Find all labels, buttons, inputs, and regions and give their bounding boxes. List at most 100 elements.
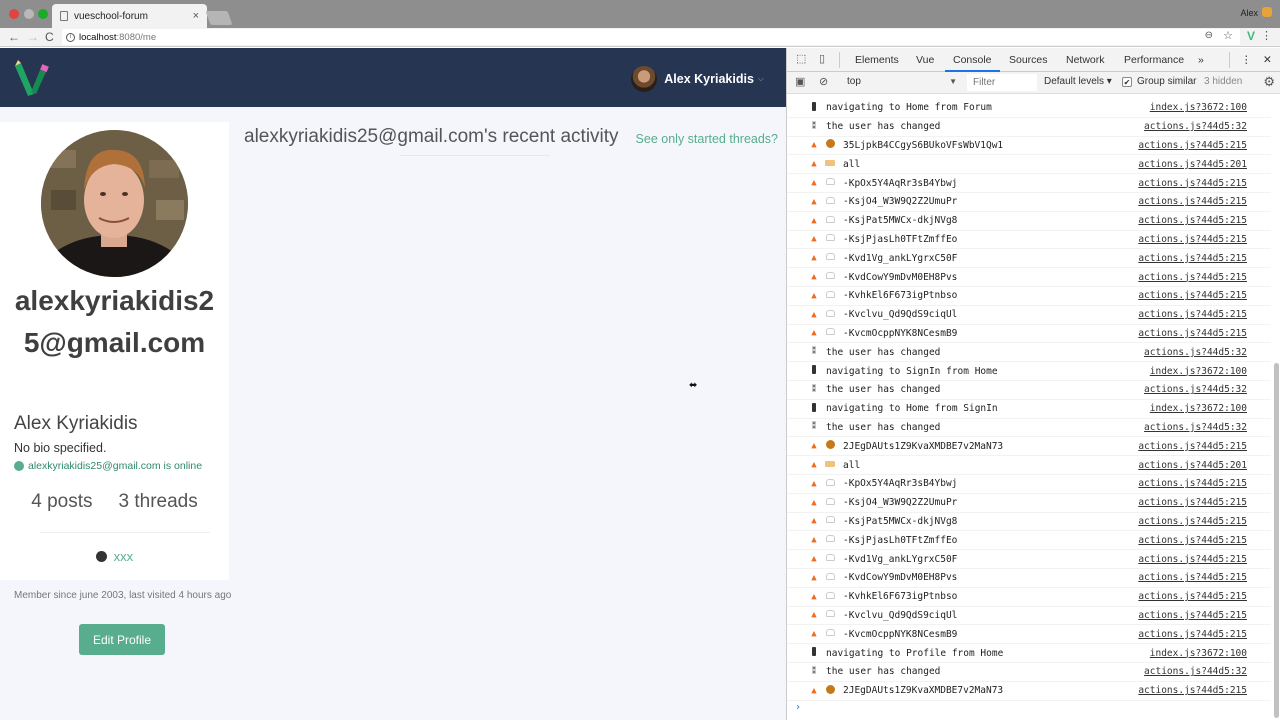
console-prompt-icon[interactable]: › (795, 702, 801, 713)
browser-toolbar: ← → C i localhost :8080/me ⊖ ☆ V ⋮ (0, 28, 1280, 47)
fire-icon: ▲ (811, 629, 817, 640)
sidebar-toggle-icon[interactable]: ▣ (795, 76, 807, 88)
console-source-link[interactable]: index.js?3672:100 (1150, 366, 1247, 377)
group-similar-checkbox[interactable]: ✔ (1122, 77, 1132, 87)
profile-full-name: Alex Kyriakidis (14, 413, 138, 434)
console-log-row: ⁑ the user has changed actions.js?44d5:32 (787, 343, 1271, 363)
see-started-threads-link[interactable]: See only started threads? (636, 132, 778, 146)
console-source-link[interactable]: actions.js?44d5:215 (1138, 140, 1247, 151)
console-source-link[interactable]: index.js?3672:100 (1150, 403, 1247, 414)
user-menu-dropdown[interactable]: Alex Kyriakidis ⌵ (631, 66, 764, 92)
more-tabs-button[interactable]: » (1198, 48, 1204, 72)
document-outline-icon (825, 215, 835, 226)
console-source-link[interactable]: actions.js?44d5:32 (1144, 121, 1247, 132)
console-source-link[interactable]: actions.js?44d5:32 (1144, 422, 1247, 433)
device-toolbar-icon[interactable]: ▯ (819, 53, 831, 65)
console-log-row: ▲ -Kvd1Vg_ankLYgrxC50F actions.js?44d5:215 (787, 249, 1271, 269)
browser-profile-name[interactable]: Alex (1240, 8, 1258, 18)
console-source-link[interactable]: actions.js?44d5:32 (1144, 347, 1247, 358)
console-log-row: ▲ -KsjO4_W3W9Q2Z2UmuPr actions.js?44d5:215 (787, 193, 1271, 212)
console-source-link[interactable]: actions.js?44d5:215 (1138, 234, 1247, 245)
info-icon[interactable]: i (66, 32, 75, 42)
bookmark-star-icon[interactable]: ☆ (1223, 29, 1233, 42)
window-minimize-button[interactable] (24, 9, 34, 19)
console-source-link[interactable]: actions.js?44d5:215 (1138, 535, 1247, 546)
vue-devtools-extension-icon[interactable]: V (1247, 29, 1255, 43)
document-outline-icon (825, 178, 835, 188)
user-online-icon (14, 461, 24, 471)
log-levels-dropdown[interactable]: Default levels ▾ (1044, 76, 1112, 87)
console-source-link[interactable]: actions.js?44d5:215 (1138, 215, 1247, 226)
console-source-link[interactable]: actions.js?44d5:201 (1138, 159, 1247, 170)
console-source-link[interactable]: actions.js?44d5:215 (1138, 685, 1247, 696)
console-source-link[interactable]: actions.js?44d5:215 (1138, 309, 1247, 320)
console-source-link[interactable]: index.js?3672:100 (1150, 648, 1247, 659)
console-source-link[interactable]: actions.js?44d5:215 (1138, 572, 1247, 583)
devtools-menu-icon[interactable]: ⋮ (1241, 48, 1252, 72)
console-source-link[interactable]: actions.js?44d5:215 (1138, 441, 1247, 452)
globe-icon (95, 551, 107, 562)
back-button[interactable]: ← (8, 30, 20, 44)
tab-elements[interactable]: Elements (855, 48, 899, 72)
zoom-icon[interactable]: ⊖ (1205, 30, 1213, 41)
devtools-close-icon[interactable]: ✕ (1263, 48, 1272, 72)
website-link[interactable]: xxx (114, 549, 134, 564)
console-source-link[interactable]: actions.js?44d5:215 (1138, 272, 1247, 283)
console-source-link[interactable]: actions.js?44d5:215 (1138, 516, 1247, 527)
console-source-link[interactable]: index.js?3672:100 (1150, 102, 1247, 113)
tab-network[interactable]: Network (1066, 48, 1105, 72)
profile-website[interactable]: xxx (0, 549, 229, 564)
console-log-message: -Kvd1Vg_ankLYgrxC50F (843, 252, 958, 264)
console-source-link[interactable]: actions.js?44d5:215 (1138, 610, 1247, 621)
console-source-link[interactable]: actions.js?44d5:201 (1138, 460, 1247, 471)
browser-tab[interactable]: vueschool-forum × (52, 4, 207, 28)
console-log-row: ⁑ the user has changed actions.js?44d5:32 (787, 381, 1271, 400)
context-selector[interactable]: top ▼ (847, 76, 957, 87)
console-settings-gear-icon[interactable]: ⚙ (1263, 74, 1275, 90)
traffic-light-icon (809, 647, 819, 659)
clear-console-icon[interactable]: ⊘ (819, 76, 831, 88)
console-source-link[interactable]: actions.js?44d5:215 (1138, 328, 1247, 339)
console-log-row: ▲ 2JEgDAUts1Z9KvaXMDBE7v2MaN73 actions.js?… (787, 437, 1271, 457)
tab-performance[interactable]: Performance (1124, 48, 1184, 72)
console-scrollbar[interactable] (1274, 363, 1279, 718)
vueschool-logo[interactable] (12, 58, 52, 98)
console-source-link[interactable]: actions.js?44d5:215 (1138, 290, 1247, 301)
tab-close-icon[interactable]: × (193, 10, 199, 22)
console-source-link[interactable]: actions.js?44d5:215 (1138, 497, 1247, 508)
app-header: Alex Kyriakidis ⌵ (0, 48, 786, 107)
inspect-element-icon[interactable]: ⬚ (796, 53, 808, 65)
console-source-link[interactable]: actions.js?44d5:215 (1138, 478, 1247, 489)
profile-avatar (41, 130, 188, 277)
fire-icon: ▲ (811, 309, 817, 320)
reload-button[interactable]: C (45, 30, 54, 44)
window-close-button[interactable] (9, 9, 19, 19)
tab-vue[interactable]: Vue (916, 48, 934, 72)
profile-avatar-icon[interactable] (1262, 7, 1272, 17)
browser-menu-icon[interactable]: ⋮ (1261, 29, 1272, 42)
profile-bio: No bio specified. (14, 441, 107, 455)
console-source-link[interactable]: actions.js?44d5:215 (1138, 196, 1247, 207)
tab-console[interactable]: Console (945, 48, 1000, 72)
edit-profile-button[interactable]: Edit Profile (79, 624, 165, 655)
console-source-link[interactable]: actions.js?44d5:215 (1138, 253, 1247, 264)
console-source-link[interactable]: actions.js?44d5:215 (1138, 629, 1247, 640)
console-source-link[interactable]: actions.js?44d5:215 (1138, 554, 1247, 565)
document-outline-icon (825, 535, 835, 545)
new-tab-button[interactable] (205, 11, 233, 25)
console-source-link[interactable]: actions.js?44d5:215 (1138, 591, 1247, 602)
tab-sources[interactable]: Sources (1009, 48, 1048, 72)
document-outline-icon (825, 610, 835, 620)
address-bar[interactable]: i localhost :8080/me (62, 29, 1240, 45)
window-maximize-button[interactable] (38, 9, 48, 19)
console-log-message: the user has changed (826, 666, 941, 678)
console-log-row: navigating to Profile from Home index.js?… (787, 644, 1271, 663)
console-source-link[interactable]: actions.js?44d5:32 (1144, 384, 1247, 395)
traffic-light-icon (809, 402, 819, 415)
hidden-count: 3 hidden (1204, 76, 1243, 87)
fire-icon: ▲ (811, 516, 817, 527)
console-filter-input[interactable] (967, 74, 1037, 91)
forward-button[interactable]: → (27, 30, 39, 44)
console-source-link[interactable]: actions.js?44d5:215 (1138, 178, 1247, 189)
console-source-link[interactable]: actions.js?44d5:32 (1144, 666, 1247, 677)
